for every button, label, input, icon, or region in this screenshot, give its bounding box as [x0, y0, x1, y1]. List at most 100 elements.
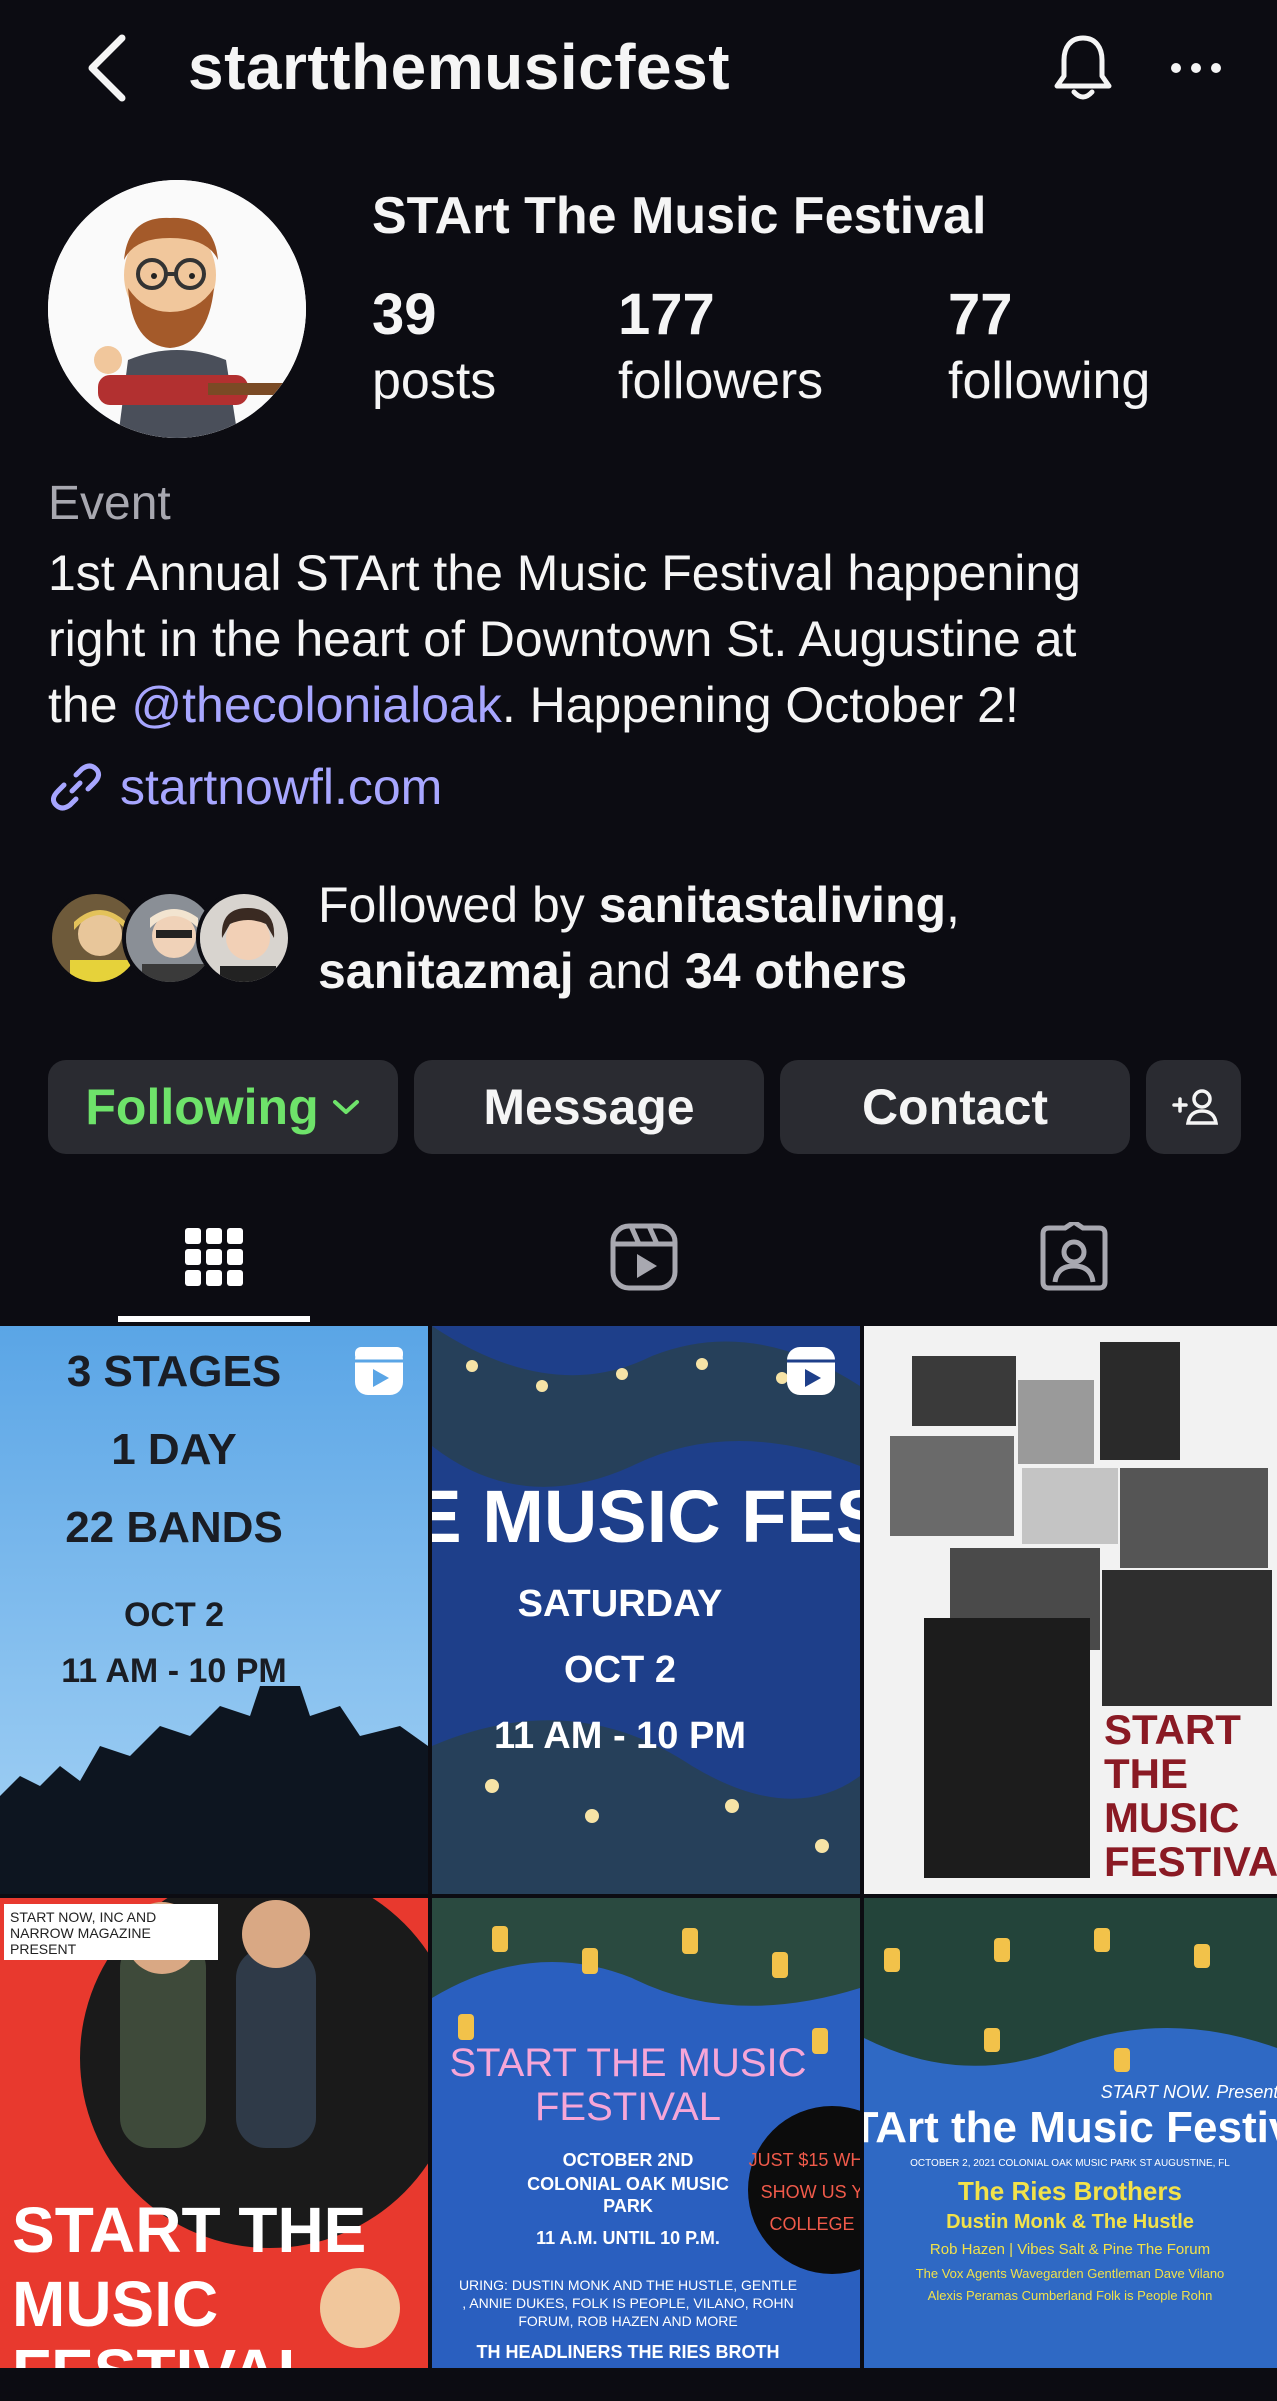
tile5-line1: START THE MUSIC: [449, 2041, 806, 2085]
profile-avatar[interactable]: [48, 180, 306, 438]
stat-following-count: 77: [948, 282, 1013, 347]
bio-line-1: 1st Annual STArt the Music Festival happ…: [48, 545, 1081, 601]
bio-mention-link[interactable]: @thecolonialoak: [131, 677, 501, 733]
followed-by-others: 34 others: [684, 943, 908, 999]
tile1-line5: 11 AM - 10 PM: [61, 1652, 286, 1690]
stat-following-label: following: [948, 352, 1151, 410]
profile-display-name: STArt The Music Festival: [372, 187, 987, 245]
stat-followers[interactable]: 177 followers: [618, 280, 823, 412]
followed-by-and: and: [573, 943, 685, 999]
tile6-line3: The Ries Brothers: [958, 2176, 1182, 2206]
link-icon: [50, 763, 102, 811]
post-thumbnail[interactable]: 3 STAGES 1 DAY 22 BANDS OCT 2 11 AM - 10…: [0, 1326, 428, 1894]
tile4-line2: MUSIC: [12, 2268, 218, 2340]
active-tab-indicator: [118, 1316, 310, 1322]
tile6-line4: Dustin Monk & The Hustle: [946, 2211, 1194, 2233]
message-button[interactable]: Message: [414, 1060, 764, 1154]
tile5-line8: , ANNIE DUKES, FOLK IS PEOPLE, VILANO, R…: [462, 2295, 793, 2311]
tile3-line4: FESTIVA: [1104, 1838, 1277, 1885]
tile2-line2: SATURDAY: [518, 1583, 723, 1625]
chevron-down-icon: [332, 1100, 359, 1114]
more-icon[interactable]: [1168, 58, 1224, 78]
profile-category: Event: [48, 477, 171, 530]
posts-grid: 3 STAGES 1 DAY 22 BANDS OCT 2 11 AM - 10…: [0, 1326, 1277, 2368]
tile2-line4: 11 AM - 10 PM: [494, 1715, 746, 1757]
tagged-icon[interactable]: [1039, 1222, 1109, 1292]
followed-by-user-2: sanitazmaj: [318, 943, 574, 999]
tile4-badge1: START NOW, INC AND: [10, 1909, 156, 1925]
post-thumbnail[interactable]: START NOW. Presents STArt the Music Fest…: [864, 1898, 1277, 2368]
suggested-people-button[interactable]: [1146, 1060, 1241, 1154]
website-link-text[interactable]: startnowfl.com: [120, 758, 442, 816]
tile5-circle2: SHOW US Y: [761, 2182, 860, 2202]
following-button-label: Following: [85, 1079, 319, 1135]
reel-badge-icon: [355, 1347, 403, 1395]
bio-line-3-post: . Happening October 2!: [501, 677, 1019, 733]
tile6-line6: The Vox Agents Wavegarden Gentleman Dave…: [916, 2266, 1225, 2281]
followed-by-line-2: sanitazmaj and 34 others: [318, 938, 960, 1004]
post-thumbnail[interactable]: THE MUSIC FEST SATURDAY OCT 2 11 AM - 10…: [432, 1326, 860, 1894]
following-button[interactable]: Following: [48, 1060, 398, 1154]
followed-by-line-1: Followed by sanitastaliving,: [318, 872, 960, 938]
message-button-label: Message: [483, 1079, 695, 1135]
tile5-circle3: COLLEGE: [769, 2214, 854, 2234]
tile2-line1: THE MUSIC FEST: [432, 1475, 860, 1558]
add-person-icon: [1171, 1089, 1218, 1125]
tile5-line3: OCTOBER 2ND: [563, 2150, 694, 2170]
tile6-line7: Alexis Peramas Cumberland Folk is People…: [928, 2288, 1213, 2303]
post-thumbnail[interactable]: START THE MUSIC FESTIVAL OCTOBER 2ND COL…: [432, 1898, 860, 2368]
tile4-badge3: PRESENT: [10, 1941, 77, 1957]
tile5-line9: FORUM, ROB HAZEN AND MORE: [518, 2313, 737, 2329]
stat-posts[interactable]: 39 posts: [372, 280, 496, 412]
tile5-line10: TH HEADLINERS THE RIES BROTH: [476, 2342, 779, 2362]
back-icon[interactable]: [80, 28, 140, 108]
tile5-line6: 11 A.M. UNTIL 10 P.M.: [536, 2228, 720, 2248]
tile4-badge2: NARROW MAGAZINE: [10, 1925, 151, 1941]
stat-followers-count: 177: [618, 282, 715, 347]
stat-following[interactable]: 77 following: [948, 280, 1150, 412]
followed-by-avatars[interactable]: [48, 890, 298, 990]
bio-line-2: right in the heart of Downtown St. Augus…: [48, 611, 1077, 667]
tile1-line2: 1 DAY: [111, 1425, 237, 1474]
profile-website-link[interactable]: startnowfl.com: [48, 752, 442, 822]
tile1-line4: OCT 2: [124, 1596, 224, 1634]
tile5-line2: FESTIVAL: [535, 2085, 721, 2129]
followed-by-comma: ,: [946, 877, 960, 933]
tile4-line3: FESTIVAL: [12, 2336, 317, 2368]
tile5-line5: PARK: [603, 2196, 653, 2216]
tile3-line3: MUSIC: [1104, 1794, 1239, 1841]
tile3-line1: START: [1104, 1706, 1241, 1753]
profile-bio: 1st Annual STArt the Music Festival happ…: [48, 540, 1248, 738]
followed-by-text[interactable]: Followed by sanitastaliving, sanitazmaj …: [318, 872, 960, 1004]
contact-button-label: Contact: [861, 1079, 1049, 1135]
reel-badge-icon: [787, 1347, 835, 1395]
tile1-line3: 22 BANDS: [65, 1503, 283, 1552]
tile6-line0: START NOW. Presents: [1101, 2082, 1277, 2102]
bio-line-3: the @thecolonialoak. Happening October 2…: [48, 672, 1248, 738]
followed-by-user-1: sanitastaliving: [598, 877, 947, 933]
tile4-line1: START THE: [12, 2194, 366, 2266]
grid-icon[interactable]: [179, 1222, 249, 1292]
tile2-line3: OCT 2: [564, 1649, 676, 1691]
tile1-line1: 3 STAGES: [67, 1347, 281, 1396]
follower-avatar: [196, 890, 292, 986]
tile6-line2: OCTOBER 2, 2021 COLONIAL OAK MUSIC PARK …: [910, 2158, 1230, 2169]
top-bar: startthemusicfest: [0, 0, 1277, 140]
bell-icon[interactable]: [1050, 32, 1116, 104]
post-thumbnail[interactable]: START NOW, INC AND NARROW MAGAZINE PRESE…: [0, 1898, 428, 2368]
tile5-circle1: JUST $15 WHE: [749, 2150, 860, 2170]
post-thumbnail[interactable]: START THE MUSIC FESTIVA: [864, 1326, 1277, 1894]
stat-posts-label: posts: [372, 352, 497, 410]
tile3-line2: THE: [1104, 1750, 1188, 1797]
tile6-line1: STArt the Music Festiva: [864, 2103, 1277, 2152]
profile-username: startthemusicfest: [188, 31, 730, 103]
reels-icon[interactable]: [609, 1222, 679, 1292]
tile5-line7: URING: DUSTIN MONK AND THE HUSTLE, GENTL…: [459, 2277, 797, 2293]
tile6-line5: Rob Hazen | Vibes Salt & Pine The Forum: [930, 2241, 1210, 2258]
stat-posts-count: 39: [372, 282, 437, 347]
followed-by-prefix: Followed by: [318, 877, 599, 933]
stat-followers-label: followers: [618, 352, 824, 410]
contact-button[interactable]: Contact: [780, 1060, 1130, 1154]
tile5-line4: COLONIAL OAK MUSIC: [527, 2174, 729, 2194]
bottom-edge: [0, 2368, 1277, 2401]
